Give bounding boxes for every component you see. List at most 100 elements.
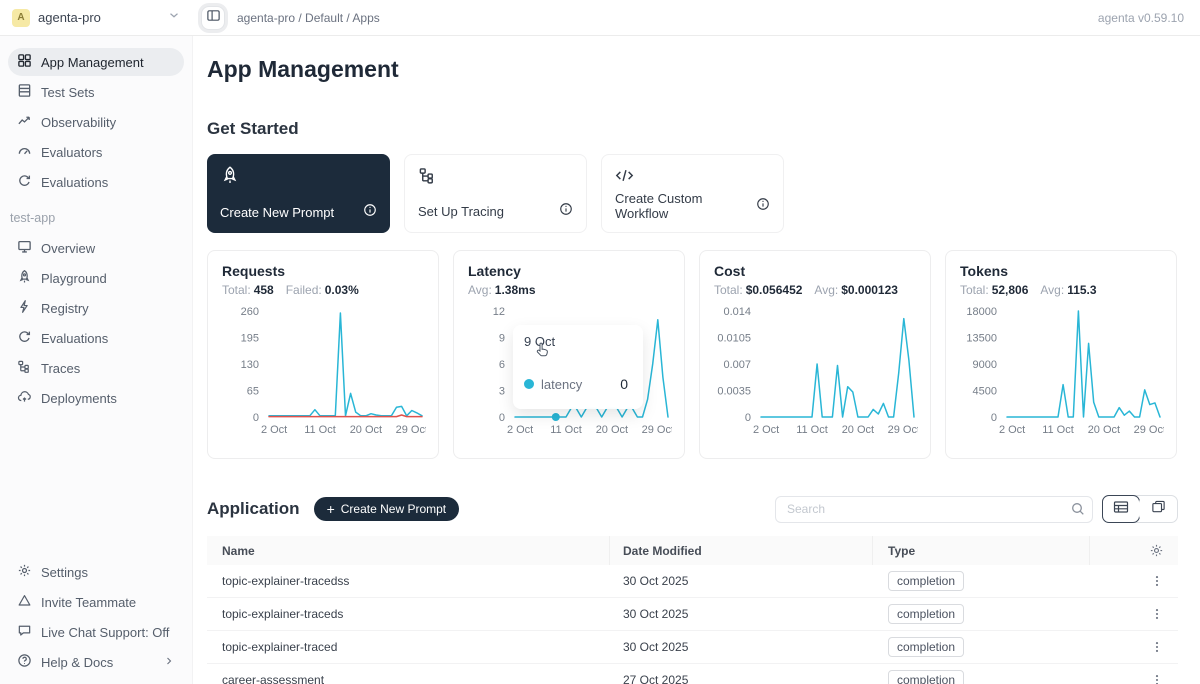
table-row[interactable]: topic-explainer-tracedss 30 Oct 2025 com…: [207, 565, 1178, 598]
app-name: career-assessment: [207, 673, 610, 684]
chart-title: Tokens: [960, 263, 1162, 279]
code-icon: [615, 166, 770, 190]
column-header-name[interactable]: Name: [207, 536, 610, 565]
create-new-prompt-button[interactable]: + Create New Prompt: [314, 497, 460, 521]
sidebar-item-label: Invite Teammate: [41, 595, 136, 610]
svg-text:2 Oct: 2 Oct: [999, 424, 1025, 436]
stat-label: Total:: [714, 283, 743, 297]
table-settings-gear-icon[interactable]: [1149, 543, 1164, 558]
sidebar-item-label: Registry: [41, 301, 89, 316]
latency-chart-card: Latency Avg:1.38ms 0369122 Oct11 Oct20 O…: [453, 250, 685, 459]
set-up-tracing-card[interactable]: Set Up Tracing: [404, 154, 587, 233]
panel-icon: [206, 8, 221, 28]
svg-text:0.014: 0.014: [723, 306, 751, 318]
card-label: Create New Prompt: [220, 205, 334, 220]
sidebar-item-label: Overview: [41, 241, 95, 256]
table-view-button[interactable]: [1102, 495, 1140, 523]
stat-label: Avg:: [1040, 283, 1064, 297]
svg-text:11 Oct: 11 Oct: [304, 424, 336, 436]
workspace-name: agenta-pro: [38, 10, 101, 25]
requests-line-chart[interactable]: 0651301952602 Oct11 Oct20 Oct29 Oct: [222, 303, 424, 442]
tree-icon: [17, 359, 32, 377]
app-name: topic-explainer-traced: [207, 640, 610, 654]
gauge-icon: [17, 143, 32, 161]
svg-text:260: 260: [241, 306, 259, 318]
sidebar-item-app-evaluations[interactable]: Evaluations: [8, 324, 184, 352]
svg-text:20 Oct: 20 Oct: [1088, 424, 1120, 436]
kebab-menu-icon[interactable]: [1150, 673, 1164, 684]
sidebar-item-observability[interactable]: Observability: [8, 108, 184, 136]
svg-text:29 Oct: 29 Oct: [888, 424, 918, 436]
create-custom-workflow-card[interactable]: Create Custom Workflow: [601, 154, 784, 233]
chart-tooltip: 9 Oct latency 0: [513, 325, 643, 409]
workspace-selector[interactable]: A agenta-pro: [0, 8, 193, 27]
svg-text:3: 3: [499, 386, 505, 398]
column-header-type[interactable]: Type: [873, 536, 1090, 565]
application-heading: Application: [207, 499, 300, 519]
tokens-chart-card: Tokens Total:52,806 Avg:115.3 0450090001…: [945, 250, 1177, 459]
sidebar-item-traces[interactable]: Traces: [8, 354, 184, 382]
chevron-down-icon: [167, 8, 181, 27]
sidebar-item-label: Evaluations: [41, 331, 108, 346]
column-header-date-modified[interactable]: Date Modified: [610, 536, 873, 565]
search-icon[interactable]: [1070, 501, 1086, 522]
page-title: App Management: [207, 56, 1178, 83]
svg-text:2 Oct: 2 Oct: [261, 424, 287, 436]
stat-value: 458: [254, 283, 274, 297]
search-input[interactable]: [775, 496, 1093, 523]
info-icon[interactable]: [756, 197, 770, 216]
sidebar-item-invite-teammate[interactable]: Invite Teammate: [8, 588, 184, 616]
svg-text:0: 0: [745, 412, 751, 424]
tokens-line-chart[interactable]: 04500900013500180002 Oct11 Oct20 Oct29 O…: [960, 303, 1162, 442]
sidebar-item-label: Traces: [41, 361, 80, 376]
kebab-menu-icon[interactable]: [1150, 607, 1164, 621]
svg-text:130: 130: [241, 359, 259, 371]
svg-text:0.007: 0.007: [723, 359, 751, 371]
stat-label: Total:: [222, 283, 251, 297]
table-row[interactable]: topic-explainer-traced 30 Oct 2025 compl…: [207, 631, 1178, 664]
create-new-prompt-card[interactable]: Create New Prompt: [207, 154, 390, 233]
rocket-icon: [17, 269, 32, 287]
application-header: Application + Create New Prompt: [207, 495, 1178, 523]
app-name: topic-explainer-tracedss: [207, 574, 610, 588]
svg-text:20 Oct: 20 Oct: [596, 424, 628, 436]
svg-text:65: 65: [247, 386, 259, 398]
sidebar-item-test-sets[interactable]: Test Sets: [8, 78, 184, 106]
card-view-button[interactable]: [1139, 496, 1177, 522]
type-badge: completion: [888, 670, 964, 684]
button-label: Create New Prompt: [341, 502, 446, 516]
table-row[interactable]: career-assessment 27 Oct 2025 completion: [207, 664, 1178, 684]
table-row[interactable]: topic-explainer-traceds 30 Oct 2025 comp…: [207, 598, 1178, 631]
stat-value: 115.3: [1067, 283, 1096, 297]
info-icon[interactable]: [363, 203, 377, 222]
info-icon[interactable]: [559, 202, 573, 221]
sidebar-item-deployments[interactable]: Deployments: [8, 384, 184, 412]
card-label: Set Up Tracing: [418, 204, 504, 219]
sidebar-item-live-chat[interactable]: Live Chat Support: Off: [8, 618, 184, 646]
svg-text:0: 0: [991, 412, 997, 424]
sidebar-item-registry[interactable]: Registry: [8, 294, 184, 322]
svg-text:4500: 4500: [973, 386, 997, 398]
kebab-menu-icon[interactable]: [1150, 640, 1164, 654]
sidebar-item-settings[interactable]: Settings: [8, 558, 184, 586]
sidebar-item-evaluations[interactable]: Evaluations: [8, 168, 184, 196]
kebab-menu-icon[interactable]: [1150, 574, 1164, 588]
stat-label: Failed:: [286, 283, 322, 297]
top-bar: A agenta-pro agenta-pro / Default / Apps…: [0, 0, 1200, 36]
sidebar-item-overview[interactable]: Overview: [8, 234, 184, 262]
sidebar-item-playground[interactable]: Playground: [8, 264, 184, 292]
type-badge: completion: [888, 637, 964, 657]
svg-text:0.0105: 0.0105: [717, 333, 751, 345]
sidebar-item-evaluators[interactable]: Evaluators: [8, 138, 184, 166]
cost-chart-card: Cost Total:$0.056452 Avg:$0.000123 00.00…: [699, 250, 931, 459]
sidebar-item-help-docs[interactable]: Help & Docs: [8, 648, 184, 676]
cost-line-chart[interactable]: 00.00350.0070.01050.0142 Oct11 Oct20 Oct…: [714, 303, 916, 442]
stat-value: $0.056452: [746, 283, 803, 297]
breadcrumb[interactable]: agenta-pro / Default / Apps: [237, 11, 380, 25]
help-icon: [17, 653, 32, 671]
grid-icon: [17, 53, 32, 71]
svg-text:13500: 13500: [966, 333, 997, 345]
sidebar-collapse-button[interactable]: [201, 6, 225, 30]
sidebar-item-app-management[interactable]: App Management: [8, 48, 184, 76]
stat-value: 1.38ms: [495, 283, 536, 297]
